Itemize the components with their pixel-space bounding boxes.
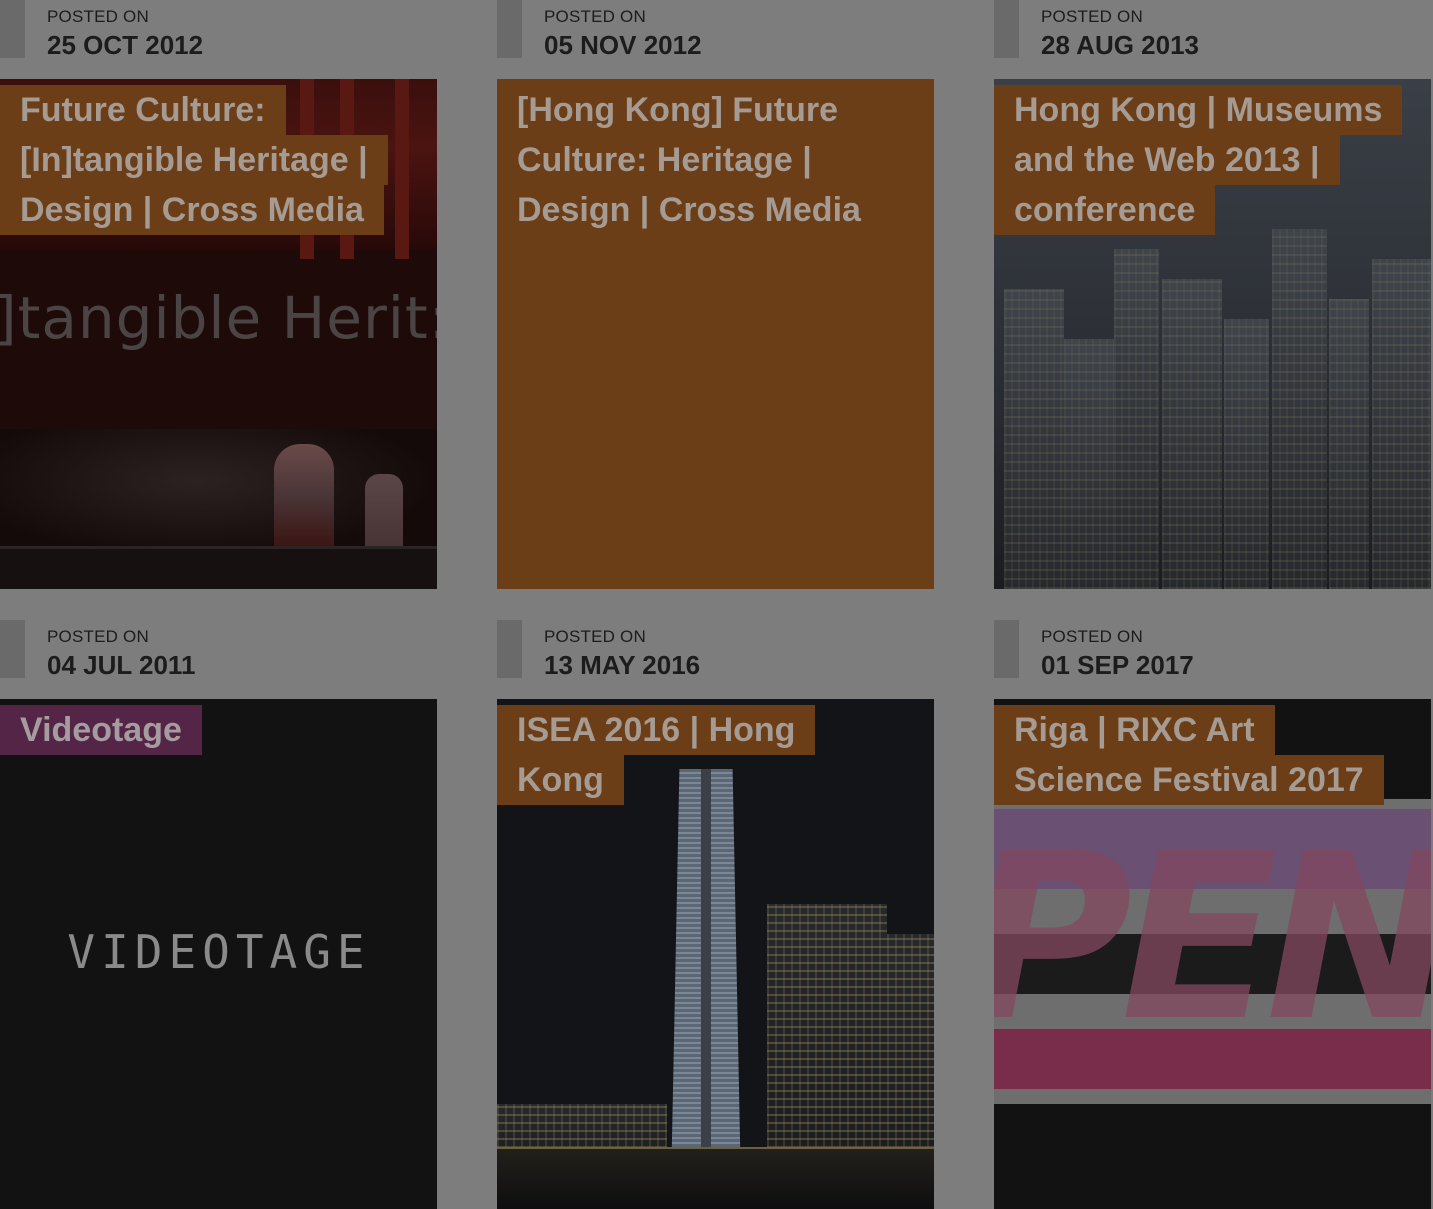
post-date-block: POSTED ON 05 NOV 2012 [497, 0, 935, 79]
post-title-line: [In]tangible Heritage | [0, 135, 388, 185]
post-thumbnail-link[interactable]: [Hong Kong] Future Culture: Heritage | D… [497, 79, 934, 589]
post-title-line: Design | Cross Media [497, 185, 881, 235]
posted-on-label: POSTED ON [47, 627, 149, 646]
post-title-line: Culture: Heritage | [497, 135, 832, 185]
post-title[interactable]: Videotage [0, 705, 437, 755]
skyline-building [1372, 259, 1431, 589]
post-title-line: Hong Kong | Museums [994, 85, 1403, 135]
post-title[interactable]: [Hong Kong] Future Culture: Heritage | D… [497, 85, 934, 235]
post-title[interactable]: Future Culture: [In]tangible Heritage | … [0, 85, 437, 235]
post-title-line: and the Web 2013 | [994, 135, 1340, 185]
posted-on-label: POSTED ON [544, 627, 646, 646]
poster-lettering: PEN [994, 805, 1431, 1072]
post-title[interactable]: ISEA 2016 | Hong Kong [497, 705, 934, 805]
post-title-line: [Hong Kong] Future [497, 85, 859, 135]
post-title-line: conference [994, 185, 1216, 235]
post-title-line: Science Festival 2017 [994, 755, 1384, 805]
date-accent-bar [497, 620, 522, 678]
posted-on-label: POSTED ON [47, 7, 149, 26]
post-date: 13 MAY 2016 [544, 650, 701, 680]
post-date-block: POSTED ON 13 MAY 2016 [497, 620, 935, 699]
post-card: POSTED ON 04 JUL 2011 VIDEOTAGE Videotag… [0, 620, 438, 1209]
post-date-block: POSTED ON 28 AUG 2013 [994, 0, 1432, 79]
post-title-line: Future Culture: [0, 85, 286, 135]
post-title-line: Kong [497, 755, 624, 805]
post-card: POSTED ON 01 SEP 2017 PEN Riga | RIXC Ar… [994, 620, 1432, 1209]
post-thumbnail-link[interactable]: PEN Riga | RIXC Art Science Festival 201… [994, 699, 1431, 1209]
post-date: 05 NOV 2012 [544, 30, 702, 60]
skyline-building [1224, 319, 1269, 589]
tower-figure-projection [701, 769, 711, 1189]
post-title-line: ISEA 2016 | Hong [497, 705, 816, 755]
post-thumbnail-link[interactable]: ISEA 2016 | Hong Kong [497, 699, 934, 1209]
thumbnail-bottom-strip [0, 546, 437, 589]
post-thumbnail-link[interactable]: VIDEOTAGE Videotage [0, 699, 437, 1209]
city-building [887, 934, 934, 1164]
post-date: 04 JUL 2011 [47, 650, 196, 680]
posted-on-label: POSTED ON [1041, 627, 1143, 646]
post-card: POSTED ON 28 AUG 2013 Hong Kong | Museum… [994, 0, 1432, 589]
skyline-building [1114, 249, 1159, 589]
post-date: 01 SEP 2017 [1041, 650, 1194, 680]
post-date: 28 AUG 2013 [1041, 30, 1200, 60]
skyline-building [1064, 339, 1114, 589]
posted-on-label: POSTED ON [544, 7, 646, 26]
post-thumbnail-link[interactable]: ]tangible Herit: Future Culture: [In]tan… [0, 79, 437, 589]
post-card: POSTED ON 05 NOV 2012 [Hong Kong] Future… [497, 0, 935, 589]
post-card: POSTED ON 25 OCT 2012 ]tangible Herit: F… [0, 0, 438, 589]
post-title-line: Videotage [0, 705, 202, 755]
skyline-building [1004, 289, 1064, 589]
post-title[interactable]: Hong Kong | Museums and the Web 2013 | c… [994, 85, 1431, 235]
skyline-building [1162, 279, 1222, 589]
city-building [767, 904, 887, 1164]
date-accent-bar [0, 0, 25, 58]
harbour-water [497, 1147, 934, 1209]
date-accent-bar [994, 620, 1019, 678]
post-date-block: POSTED ON 04 JUL 2011 [0, 620, 438, 699]
posted-on-label: POSTED ON [1041, 7, 1143, 26]
post-date-block: POSTED ON 01 SEP 2017 [994, 620, 1432, 699]
post-title-line: Design | Cross Media [0, 185, 384, 235]
post-date-block: POSTED ON 25 OCT 2012 [0, 0, 438, 79]
skyline-building [1329, 299, 1369, 589]
videotage-logo-text: VIDEOTAGE [67, 925, 371, 979]
post-title-line: Riga | RIXC Art [994, 705, 1275, 755]
date-accent-bar [0, 620, 25, 678]
post-thumbnail-link[interactable]: Hong Kong | Museums and the Web 2013 | c… [994, 79, 1431, 589]
post-date: 25 OCT 2012 [47, 30, 204, 60]
post-title[interactable]: Riga | RIXC Art Science Festival 2017 [994, 705, 1431, 805]
skyline-building [1272, 229, 1327, 589]
date-accent-bar [497, 0, 522, 58]
thumbnail-overlay-text: ]tangible Herit: [0, 284, 437, 352]
date-accent-bar [994, 0, 1019, 58]
post-card: POSTED ON 13 MAY 2016 ISEA 2016 | Hong K… [497, 620, 935, 1209]
